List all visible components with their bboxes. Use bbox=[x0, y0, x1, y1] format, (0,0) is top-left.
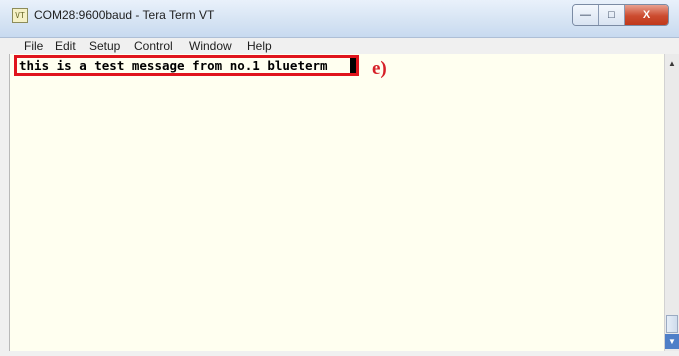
menu-bar: File Edit Setup Control Window Help bbox=[0, 38, 679, 54]
scroll-down-arrow-icon[interactable]: ▼ bbox=[665, 334, 679, 349]
terminal-area[interactable]: this is a test message from no.1 blueter… bbox=[9, 54, 664, 351]
menu-window[interactable]: Window bbox=[189, 40, 232, 53]
minimize-button[interactable]: — bbox=[573, 5, 599, 25]
scrollbar-thumb[interactable] bbox=[666, 315, 678, 333]
menu-edit[interactable]: Edit bbox=[55, 40, 76, 53]
scroll-up-arrow-icon[interactable]: ▲ bbox=[665, 56, 679, 71]
annotation-highlight-box bbox=[14, 55, 359, 76]
maximize-button[interactable]: □ bbox=[599, 5, 625, 25]
annotation-label: e) bbox=[372, 58, 387, 79]
window-title: COM28:9600baud - Tera Term VT bbox=[34, 8, 215, 22]
close-button[interactable]: X bbox=[625, 5, 668, 25]
window-bottom-border bbox=[0, 351, 679, 356]
menu-help[interactable]: Help bbox=[247, 40, 272, 53]
menu-control[interactable]: Control bbox=[134, 40, 173, 53]
menu-file[interactable]: File bbox=[24, 40, 43, 53]
window-controls: — □ X bbox=[572, 4, 669, 26]
menu-setup[interactable]: Setup bbox=[89, 40, 120, 53]
vertical-scrollbar[interactable]: ▲ ▼ bbox=[664, 54, 679, 351]
tera-term-app-icon[interactable]: VT bbox=[12, 8, 28, 23]
tera-term-window: VT COM28:9600baud - Tera Term VT — □ X F… bbox=[0, 0, 679, 356]
title-bar[interactable]: VT COM28:9600baud - Tera Term VT — □ X bbox=[0, 0, 679, 38]
window-left-border bbox=[0, 54, 9, 356]
